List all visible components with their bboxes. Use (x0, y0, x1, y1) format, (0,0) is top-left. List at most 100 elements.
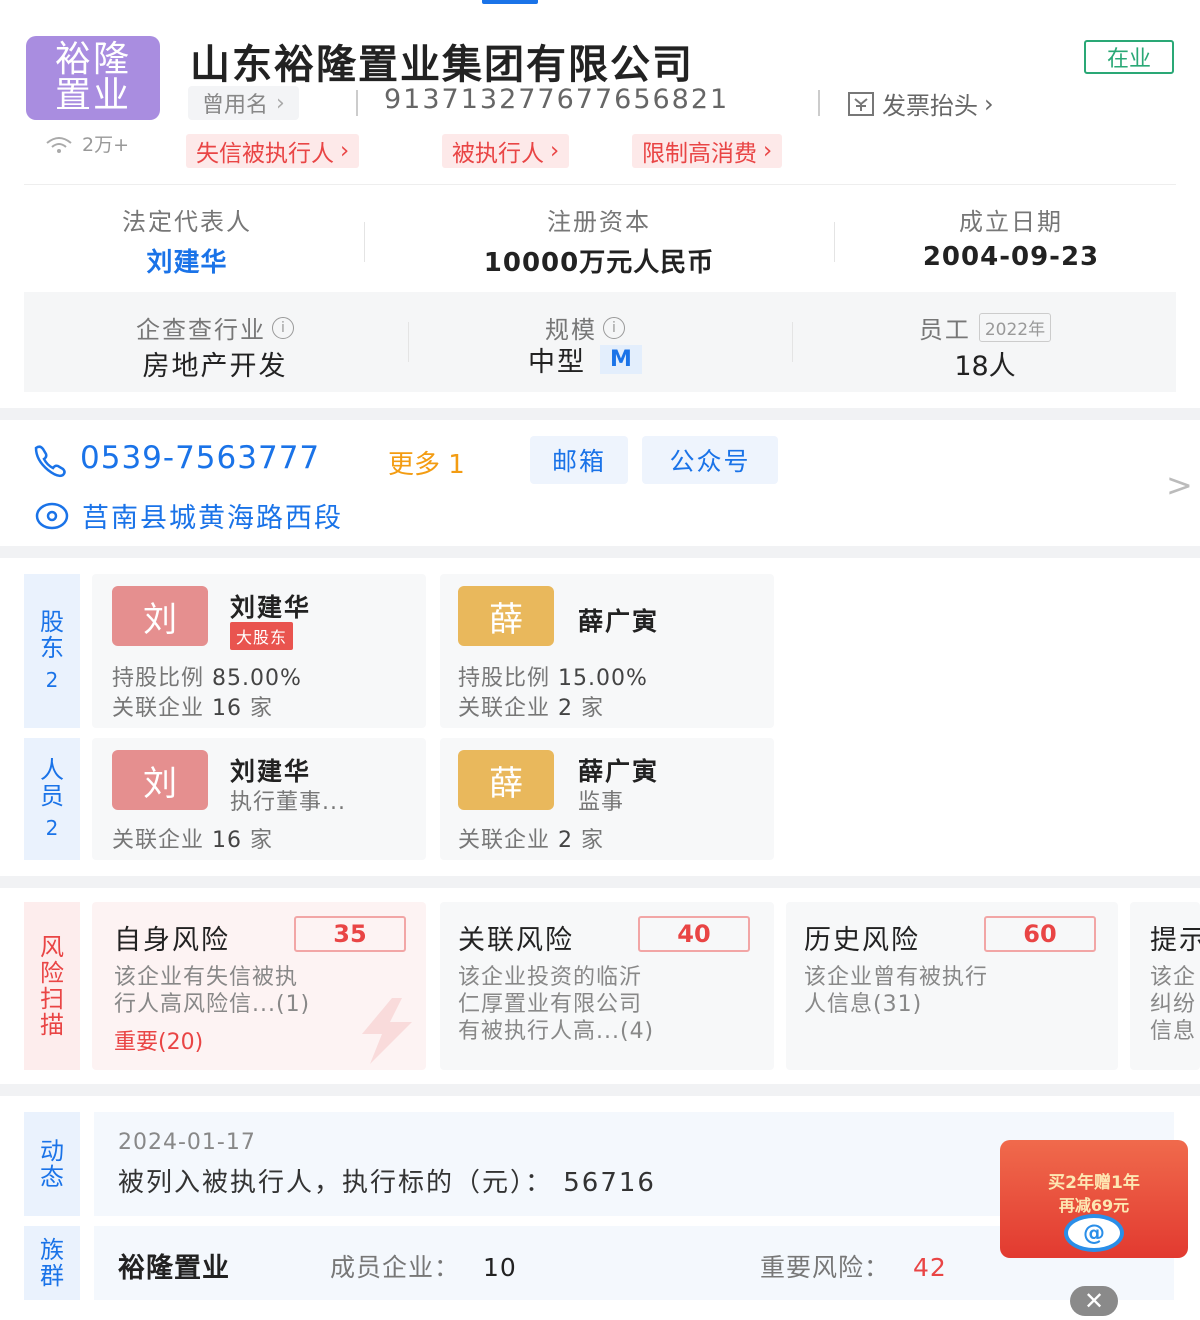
risk-scan-tab[interactable]: 风 险 扫 描 (24, 902, 80, 1070)
shareholder-card[interactable]: 薛 薛广寅 持股比例 15.00% 关联企业 2 家 (440, 574, 774, 728)
history-risk-card[interactable]: 历史风险 60 该企业曾有被执行 人信息(31) (786, 902, 1118, 1070)
side-label-char: 族 (40, 1236, 64, 1264)
chevron-right-icon: › (276, 90, 285, 116)
promo-line2: 再减69元 (1058, 1196, 1130, 1215)
group-risk: 重要风险： 42 (760, 1248, 947, 1284)
share-ratio-label: 持股比例 (458, 666, 551, 691)
self-risk-card[interactable]: 自身风险 35 该企业有失信被执 行人高风险信...(1) 重要(20) (92, 902, 426, 1070)
chevron-right-icon[interactable]: > (1166, 466, 1193, 504)
news-text: 被列入被执行人，执行标的（元）： 56716 (118, 1168, 656, 1198)
related-count: 16 (212, 696, 243, 721)
divider (792, 322, 793, 362)
side-label-char: 风 (40, 933, 64, 961)
related-risk-card[interactable]: 关联风险 40 该企业投资的临沂 仁厚置业有限公司 有被执行人高...(4) (440, 902, 774, 1070)
related-label: 关联企业 (112, 696, 205, 721)
logo-line1: 裕隆 (54, 39, 131, 80)
address-link[interactable]: 莒南县城黄海路西段 (82, 496, 343, 535)
personnel-card[interactable]: 刘 刘建华 执行董事... 关联企业 16 家 (92, 738, 426, 860)
related-unit: 家 (581, 828, 605, 853)
risk-title: 自身风险 (114, 925, 230, 956)
group-risk-label: 重要风险： (760, 1253, 891, 1282)
person-name[interactable]: 薛广寅 (578, 752, 659, 788)
info-icon[interactable]: i (272, 316, 294, 339)
risk-tag-label: 失信被执行人 (196, 141, 334, 167)
chevron-right-icon: › (340, 138, 350, 164)
hint-risk-card[interactable]: 提示 该企 纠纷 信息 (1130, 902, 1200, 1070)
related-unit: 家 (250, 696, 274, 721)
divider (24, 184, 1176, 185)
divider (834, 222, 835, 262)
group-members-label: 成员企业： (330, 1253, 461, 1282)
related-companies: 关联企业 16 家 (112, 690, 273, 722)
related-companies: 关联企业 2 家 (458, 690, 604, 722)
chevron-right-icon: › (550, 138, 560, 164)
shareholder-name[interactable]: 薛广寅 (578, 602, 659, 638)
location-pin-icon (34, 500, 70, 536)
risk-desc-line: 人信息(31) (804, 992, 923, 1017)
news-date: 2024-01-17 (118, 1130, 256, 1155)
more-phones-link[interactable]: 更多 1 (388, 444, 465, 481)
group-tab[interactable]: 族 群 (24, 1226, 80, 1300)
wifi-icon (46, 136, 72, 153)
group-risk-value: 42 (912, 1253, 947, 1282)
invoice-label: 发票抬头 (882, 92, 978, 120)
avatar: 薛 (458, 586, 554, 646)
group-members-value: 10 (482, 1253, 517, 1282)
shareholder-card[interactable]: 刘 刘建华 大股东 持股比例 85.00% 关联企业 16 家 (92, 574, 426, 728)
close-promo-button[interactable]: ✕ (1070, 1286, 1118, 1316)
person-name[interactable]: 刘建华 (230, 752, 311, 788)
info-icon[interactable]: i (603, 316, 625, 339)
top-tab-indicator (482, 0, 538, 4)
side-label-char: 东 (40, 634, 64, 662)
industry-label: 企查查行业 (136, 316, 266, 344)
side-label-char: 人 (40, 756, 64, 784)
capital-label: 注册资本 (547, 208, 651, 236)
person-role: 执行董事... (230, 790, 346, 815)
side-label-char: 态 (40, 1163, 64, 1191)
personnel-card[interactable]: 薛 薛广寅 监事 关联企业 2 家 (440, 738, 774, 860)
personnel-tab[interactable]: 人 员 2 (24, 738, 80, 860)
legal-rep-link[interactable]: 刘建华 (22, 242, 352, 279)
related-companies: 关联企业 16 家 (112, 822, 273, 854)
avatar: 刘 (112, 750, 208, 810)
risk-tag-consumption-limit[interactable]: 限制高消费 › (632, 134, 783, 168)
side-label-char: 险 (40, 959, 64, 987)
share-ratio-value: 85.00% (212, 666, 302, 691)
shareholder-name[interactable]: 刘建华 (230, 588, 311, 624)
related-companies: 关联企业 2 家 (458, 822, 604, 854)
related-label: 关联企业 (458, 696, 551, 721)
former-names-button[interactable]: 曾用名 › (188, 86, 299, 120)
side-label-char: 员 (40, 782, 64, 810)
industry-value: 房地产开发 (142, 351, 288, 382)
promo-banner[interactable]: 买2年赠1年 再减69元 @ (1000, 1140, 1188, 1258)
related-label: 关联企业 (458, 828, 551, 853)
staff-value: 18人 (954, 351, 1016, 382)
shareholders-tab[interactable]: 股 东 2 (24, 574, 80, 728)
company-logo: 裕隆 置业 (26, 36, 160, 120)
risk-score: 35 (294, 916, 406, 952)
risk-tag-dishonest[interactable]: 失信被执行人 › (186, 134, 360, 168)
side-label-char: 股 (40, 608, 64, 636)
credit-code[interactable]: 913713277677656821 (384, 84, 729, 115)
section-separator (0, 1084, 1200, 1096)
avatar: 薛 (458, 750, 554, 810)
scale-value-row: 中型 M (420, 340, 750, 379)
logo-line2: 置业 (54, 75, 131, 116)
risk-score: 60 (984, 916, 1096, 952)
staff-year-badge[interactable]: 2022年 (978, 313, 1052, 342)
industry-label-row: 企查查行业 i (50, 310, 380, 345)
news-tab[interactable]: 动 态 (24, 1112, 80, 1216)
staff-label: 员工 (918, 316, 971, 344)
wechat-account-button[interactable]: 公众号 (642, 436, 778, 484)
email-button[interactable]: 邮箱 (530, 436, 628, 484)
follow-count-value: 2万+ (82, 134, 130, 156)
invoice-icon (848, 91, 874, 116)
phone-number[interactable]: 0539-7563777 (80, 440, 320, 476)
related-unit: 家 (581, 696, 605, 721)
invoice-button[interactable]: 发票抬头 › (846, 86, 994, 121)
avatar: 刘 (112, 586, 208, 646)
major-shareholder-badge: 大股东 (230, 622, 294, 650)
risk-tag-executed[interactable]: 被执行人 › (442, 134, 570, 168)
lightning-icon (362, 998, 412, 1064)
staff-label-row: 员工 2022年 (820, 310, 1150, 345)
